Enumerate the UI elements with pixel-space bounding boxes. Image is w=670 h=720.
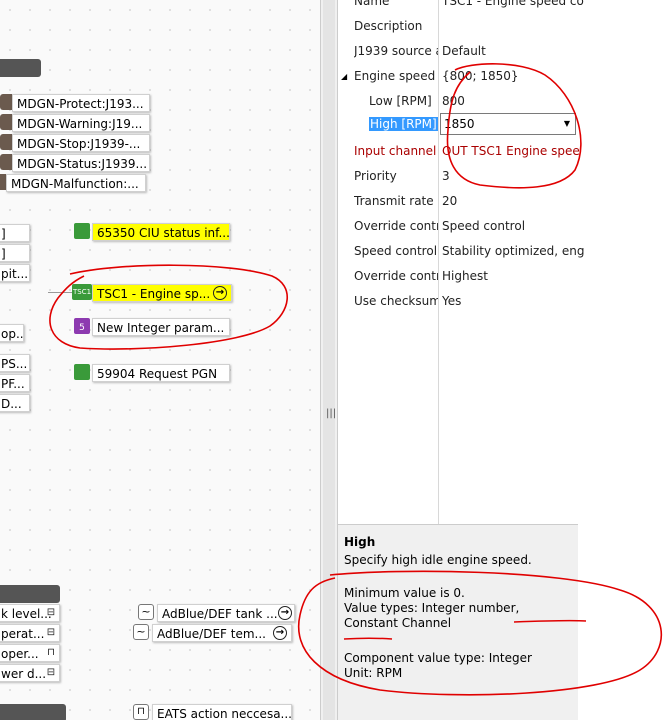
partial-node[interactable]: PS... (0, 354, 30, 372)
pulse-icon: ⊓ (133, 704, 149, 720)
property-value[interactable]: OUT TSC1 Engine spee (442, 139, 670, 164)
partial-node[interactable]: pit... (0, 264, 30, 282)
panel-splitter[interactable]: ||| (320, 0, 338, 720)
property-row-description[interactable]: Description (338, 14, 670, 39)
property-value[interactable]: Highest (442, 264, 670, 289)
output-arrow-icon[interactable]: → (278, 606, 292, 620)
adblue-tank-node[interactable]: AdBlue/DEF tank ... (157, 604, 295, 622)
property-key: Speed control (354, 244, 438, 258)
property-key: Input channel | (354, 144, 438, 158)
selected-key-text: High [RPM] (369, 117, 438, 131)
output-icon: ⊟ (46, 607, 56, 618)
output-arrow-icon[interactable]: → (273, 626, 287, 640)
integer-parameter-icon: 5 (74, 318, 90, 334)
property-key: Override contr (354, 219, 438, 233)
dropdown-arrow-icon[interactable]: ▼ (564, 114, 570, 134)
help-description: Specify high idle engine speed. (344, 553, 532, 567)
eats-action-node[interactable]: EATS action neccesa... (152, 704, 292, 720)
request-pgn-node[interactable]: 59904 Request PGN (92, 364, 230, 382)
group-header-bar[interactable] (0, 585, 60, 603)
property-row-priority[interactable]: Priority 3 (338, 164, 670, 189)
property-key: Transmit rate | (354, 194, 438, 208)
properties-panel: Name TSC1 - Engine speed co Description … (338, 0, 670, 524)
partial-node[interactable]: op... (0, 324, 24, 342)
adblue-temperature-node[interactable]: AdBlue/DEF tem... (152, 624, 292, 642)
property-value[interactable]: Yes (442, 289, 670, 314)
property-value[interactable]: Speed control (442, 214, 670, 239)
property-key: Name (354, 0, 390, 8)
property-key: J1939 source a (354, 44, 438, 58)
property-row-speed-control[interactable]: Speed control Stability optimized, eng (338, 239, 670, 264)
property-help-panel: High Specify high idle engine speed. Min… (338, 524, 578, 720)
group-header-bar[interactable] (0, 704, 66, 720)
property-row-low-rpm[interactable]: Low [RPM] 800 (338, 89, 670, 114)
can-message-icon (74, 364, 90, 380)
mdgn-status-node[interactable]: MDGN-Status:J1939... (12, 154, 150, 172)
dropdown-value: 1850 (444, 117, 475, 131)
canvas-scrollbar[interactable] (323, 0, 335, 720)
property-value[interactable]: Default (442, 39, 670, 64)
property-value[interactable]: Stability optimized, eng (442, 239, 670, 264)
tsc1-engine-speed-node[interactable]: TSC1 - Engine sp... (92, 284, 232, 302)
property-row-input-channel[interactable]: Input channel | OUT TSC1 Engine spee (338, 139, 670, 164)
property-key: Override contr (354, 269, 438, 283)
help-title: High (344, 535, 376, 549)
analog-input-icon: ~ (138, 604, 154, 620)
help-value-types: Value types: Integer number, Constant Ch… (344, 601, 520, 630)
property-key: Priority (354, 169, 397, 183)
logic-canvas[interactable]: MDGN-Protect:J193... MDGN-Warning:J19...… (0, 0, 320, 720)
empty-area (578, 524, 670, 720)
can-message-icon (74, 223, 90, 239)
property-row-use-checksum[interactable]: Use checksum Yes (338, 289, 670, 314)
property-value[interactable]: 20 (442, 189, 670, 214)
property-value[interactable]: TSC1 - Engine speed co (442, 0, 670, 14)
splitter-handle-icon[interactable]: ||| (326, 408, 336, 419)
partial-node[interactable]: PF... (0, 374, 30, 392)
pulse-icon: ⊓ (47, 647, 55, 658)
output-icon: ⊟ (46, 627, 56, 638)
property-key: Engine speed (354, 69, 436, 83)
partial-node[interactable]: ] (0, 244, 30, 262)
property-value[interactable]: 800 (442, 89, 670, 114)
help-unit: Unit: RPM (344, 666, 403, 680)
property-row-name[interactable]: Name TSC1 - Engine speed co (338, 0, 670, 14)
property-row-override-control-mode[interactable]: Override contr Speed control (338, 214, 670, 239)
high-rpm-dropdown[interactable]: 1850 ▼ (440, 113, 576, 135)
mdgn-malfunction-node[interactable]: MDGN-Malfunction:... (6, 174, 146, 192)
output-icon: ⊟ (46, 667, 56, 678)
property-row-j1939-source[interactable]: J1939 source a Default (338, 39, 670, 64)
group-header-bar[interactable] (0, 59, 41, 77)
property-value[interactable]: {800; 1850} (442, 64, 670, 89)
property-key-selected: High [RPM] (369, 112, 438, 137)
mdgn-stop-node[interactable]: MDGN-Stop:J1939-... (12, 134, 150, 152)
ciu-status-node[interactable]: 65350 CIU status inf... (92, 223, 230, 241)
collapse-icon[interactable]: ◢ (341, 64, 347, 89)
mdgn-warning-node[interactable]: MDGN-Warning:J19... (12, 114, 150, 132)
property-row-engine-speed[interactable]: ◢ Engine speed {800; 1850} (338, 64, 670, 89)
partial-node[interactable]: D... (0, 394, 30, 412)
analog-input-icon: ~ (133, 624, 149, 640)
property-key: Description (354, 19, 423, 33)
property-value[interactable]: 3 (442, 164, 670, 189)
help-minimum: Minimum value is 0. (344, 586, 465, 600)
tsc1-message-icon: TSC1 (72, 284, 92, 300)
output-arrow-icon[interactable]: → (213, 286, 227, 300)
property-row-override-control-priority[interactable]: Override contr Highest (338, 264, 670, 289)
connection-line (48, 292, 72, 293)
property-key: Use checksum (354, 294, 438, 308)
property-row-transmit-rate[interactable]: Transmit rate | 20 (338, 189, 670, 214)
mdgn-protect-node[interactable]: MDGN-Protect:J193... (12, 94, 150, 112)
partial-node[interactable]: ] (0, 224, 30, 242)
help-component-type: Component value type: Integer (344, 651, 532, 665)
new-integer-parameter-node[interactable]: New Integer param... (92, 318, 230, 336)
property-key: Low [RPM] (369, 94, 432, 108)
